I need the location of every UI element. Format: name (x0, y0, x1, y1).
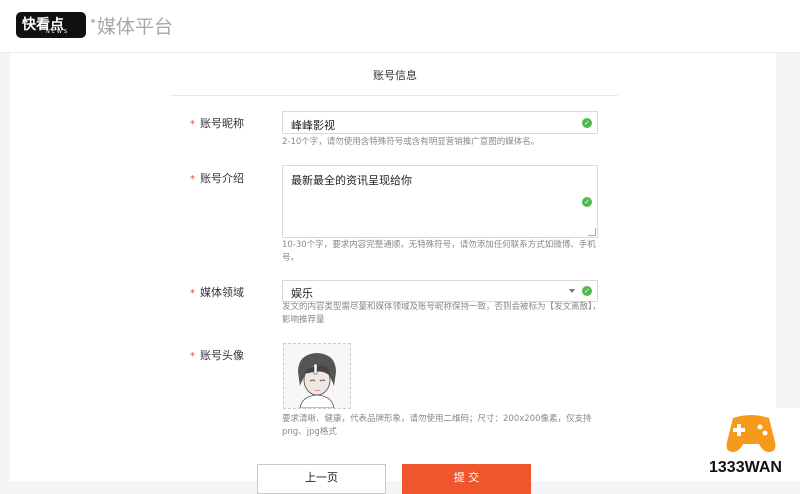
domain-label: * 媒体领域 (190, 284, 244, 300)
required-mark: * (190, 119, 195, 130)
app-logo[interactable]: 快看点 NEWS (16, 12, 86, 38)
avatar-label: * 账号头像 (190, 347, 244, 363)
gamepad-icon (726, 415, 776, 452)
title-separator-dot (91, 19, 95, 23)
submit-button[interactable]: 提 交 (402, 464, 531, 494)
avatar-label-text: 账号头像 (200, 349, 244, 362)
platform-title: 媒体平台 (97, 16, 174, 38)
nickname-label: * 账号昵称 (190, 115, 244, 131)
domain-value: 娱乐 (291, 287, 313, 300)
intro-label-text: 账号介绍 (200, 172, 244, 185)
avatar-hint: 要求清晰、健康，代表品牌形象，请勿使用二维码；尺寸：200x200像素，仅支持p… (282, 414, 592, 437)
required-mark: * (190, 174, 195, 185)
avatar-image (284, 344, 350, 408)
watermark-text: 1333WAN (709, 459, 782, 476)
resize-handle[interactable] (588, 228, 596, 236)
check-circle-icon: ✓ (582, 286, 592, 296)
watermark: 1333WAN (703, 408, 800, 481)
domain-label-text: 媒体领域 (200, 286, 244, 299)
intro-value: 最新最全的资讯呈现给你 (291, 174, 412, 187)
logo-subtext: NEWS (46, 29, 70, 35)
required-mark: * (190, 351, 195, 362)
intro-label: * 账号介绍 (190, 170, 244, 186)
nickname-hint: 2-10个字，请勿使用含特殊符号或含有明显营销推广意图的媒体名。 (282, 137, 540, 147)
nickname-label-text: 账号昵称 (200, 117, 244, 130)
check-circle-icon: ✓ (582, 197, 592, 207)
domain-select[interactable]: 娱乐 ✓ (282, 280, 598, 302)
section-divider (170, 95, 618, 96)
avatar-upload[interactable] (283, 343, 351, 409)
prev-page-button[interactable]: 上一页 (257, 464, 386, 494)
nickname-value: 峰峰影视 (291, 119, 335, 132)
check-circle-icon: ✓ (582, 118, 592, 128)
intro-hint: 10-30个字，要求内容完整通顺，无特殊符号，请勿添加任何联系方式如微博、手机号… (282, 240, 596, 263)
chevron-down-icon[interactable] (569, 289, 575, 293)
domain-hint: 发文的内容类型需尽量和媒体领域及账号昵称保持一致，否则会被标为【发文离散】，影响… (282, 302, 601, 325)
section-title: 账号信息 (373, 69, 417, 82)
required-mark: * (190, 288, 195, 299)
intro-textarea[interactable]: 最新最全的资讯呈现给你 ✓ (282, 165, 598, 238)
nickname-input[interactable]: 峰峰影视 ✓ (282, 111, 598, 134)
top-bar: 快看点 NEWS 媒体平台 (0, 0, 800, 53)
